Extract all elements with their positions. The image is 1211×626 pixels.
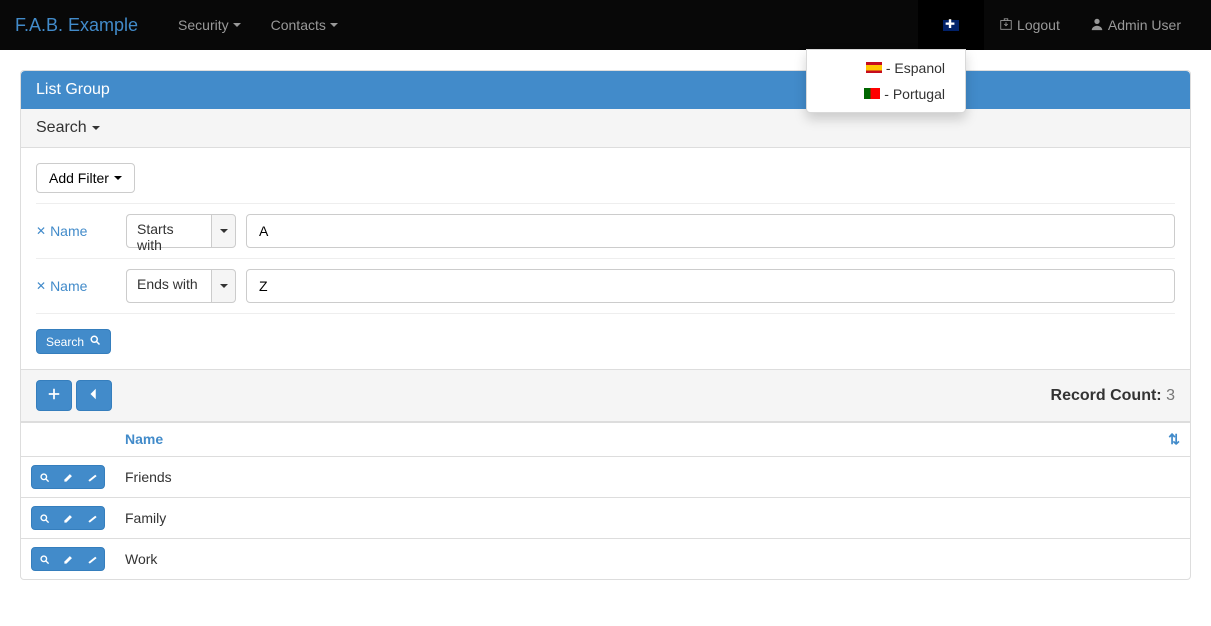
record-count: Record Count: 3 bbox=[1051, 387, 1175, 405]
delete-button[interactable] bbox=[80, 548, 104, 570]
nav-logout-label: Logout bbox=[1017, 17, 1060, 33]
record-count-label: Record Count: bbox=[1051, 387, 1162, 404]
nav-user-label: Admin User bbox=[1108, 17, 1181, 33]
name-header[interactable]: Name ⇅ bbox=[115, 423, 1190, 457]
edit-button[interactable] bbox=[56, 548, 80, 570]
close-icon: ✕ bbox=[36, 224, 46, 238]
flag-pt-icon bbox=[864, 88, 880, 99]
filter-op-text: Ends with bbox=[127, 270, 211, 302]
close-icon: ✕ bbox=[36, 279, 46, 293]
filter-op-select-1[interactable]: Ends with bbox=[126, 269, 236, 303]
plus-icon bbox=[47, 387, 61, 404]
results-table: Name ⇅ FriendsFamilyWork bbox=[21, 422, 1190, 579]
nav-user[interactable]: Admin User bbox=[1075, 0, 1196, 50]
arrow-left-icon bbox=[87, 387, 101, 404]
lang-option-es[interactable]: - Espanol bbox=[807, 55, 965, 81]
filter-field-label: Name bbox=[50, 278, 87, 294]
delete-button[interactable] bbox=[80, 507, 104, 529]
view-button[interactable] bbox=[32, 548, 56, 570]
action-group bbox=[31, 506, 105, 530]
delete-button[interactable] bbox=[80, 466, 104, 488]
nav-left: Security Contacts bbox=[163, 0, 353, 50]
lang-sep: - bbox=[884, 86, 893, 102]
edit-button[interactable] bbox=[56, 466, 80, 488]
view-button[interactable] bbox=[32, 466, 56, 488]
lang-label: Espanol bbox=[894, 60, 945, 76]
add-filter-button[interactable]: Add Filter bbox=[36, 163, 135, 193]
search-button-row: Search bbox=[36, 329, 1175, 354]
search-toggle-label: Search bbox=[36, 119, 87, 137]
chevron-down-icon bbox=[211, 270, 235, 302]
add-button[interactable] bbox=[36, 380, 72, 411]
nav-logout[interactable]: Logout bbox=[984, 0, 1075, 50]
nav-right: Logout Admin User bbox=[918, 0, 1196, 50]
chevron-down-icon bbox=[211, 215, 235, 247]
language-dropdown: - Espanol - Portugal bbox=[806, 49, 966, 113]
view-button[interactable] bbox=[32, 507, 56, 529]
nav-language[interactable] bbox=[918, 0, 984, 50]
lang-option-pt[interactable]: - Portugal bbox=[807, 81, 965, 107]
logout-icon bbox=[999, 17, 1013, 34]
lang-label: Portugal bbox=[893, 86, 945, 102]
search-button-label: Search bbox=[46, 335, 84, 349]
nav-security-label: Security bbox=[178, 17, 229, 33]
filter-row-0: ✕ Name Starts with bbox=[36, 203, 1175, 259]
row-name: Work bbox=[115, 539, 1190, 580]
filter-value-input-0[interactable] bbox=[246, 214, 1175, 248]
remove-filter-0[interactable]: ✕ Name bbox=[36, 223, 116, 239]
sort-icon[interactable]: ⇅ bbox=[1168, 431, 1180, 448]
add-filter-label: Add Filter bbox=[49, 170, 109, 186]
actions-header bbox=[21, 423, 115, 457]
nav-security[interactable]: Security bbox=[163, 0, 256, 50]
panel-heading: List Group bbox=[21, 71, 1190, 109]
main-container: List Group Search Add Filter ✕ Name Star… bbox=[0, 50, 1211, 600]
action-group bbox=[31, 547, 105, 571]
flag-es-icon bbox=[866, 62, 882, 73]
caret-icon bbox=[233, 23, 241, 27]
table-row: Friends bbox=[21, 457, 1190, 498]
caret-icon bbox=[114, 176, 122, 180]
record-count-value: 3 bbox=[1166, 387, 1175, 404]
nav-contacts-label: Contacts bbox=[271, 17, 326, 33]
table-row: Family bbox=[21, 498, 1190, 539]
navbar: F.A.B. Example Security Contacts Logout … bbox=[0, 0, 1211, 50]
search-toggle[interactable]: Search bbox=[21, 109, 1190, 148]
caret-icon bbox=[92, 126, 100, 130]
edit-button[interactable] bbox=[56, 507, 80, 529]
search-body: Add Filter ✕ Name Starts with ✕ Name bbox=[21, 148, 1190, 369]
table-row: Work bbox=[21, 539, 1190, 580]
toolbar: Record Count: 3 bbox=[21, 369, 1190, 422]
row-actions bbox=[21, 539, 115, 580]
search-icon bbox=[89, 334, 101, 349]
row-actions bbox=[21, 457, 115, 498]
nav-contacts[interactable]: Contacts bbox=[256, 0, 353, 50]
back-button[interactable] bbox=[76, 380, 112, 411]
caret-icon bbox=[330, 23, 338, 27]
filter-op-select-0[interactable]: Starts with bbox=[126, 214, 236, 248]
filter-field-label: Name bbox=[50, 223, 87, 239]
brand-link[interactable]: F.A.B. Example bbox=[15, 15, 138, 36]
action-group bbox=[31, 465, 105, 489]
row-name: Friends bbox=[115, 457, 1190, 498]
row-name: Family bbox=[115, 498, 1190, 539]
filter-op-text: Starts with bbox=[127, 215, 211, 247]
filter-row-1: ✕ Name Ends with bbox=[36, 259, 1175, 314]
user-icon bbox=[1090, 17, 1104, 34]
search-button[interactable]: Search bbox=[36, 329, 111, 354]
filter-value-input-1[interactable] bbox=[246, 269, 1175, 303]
name-header-link[interactable]: Name bbox=[125, 431, 163, 447]
remove-filter-1[interactable]: ✕ Name bbox=[36, 278, 116, 294]
panel: List Group Search Add Filter ✕ Name Star… bbox=[20, 70, 1191, 580]
flag-gb-icon bbox=[943, 20, 959, 31]
row-actions bbox=[21, 498, 115, 539]
